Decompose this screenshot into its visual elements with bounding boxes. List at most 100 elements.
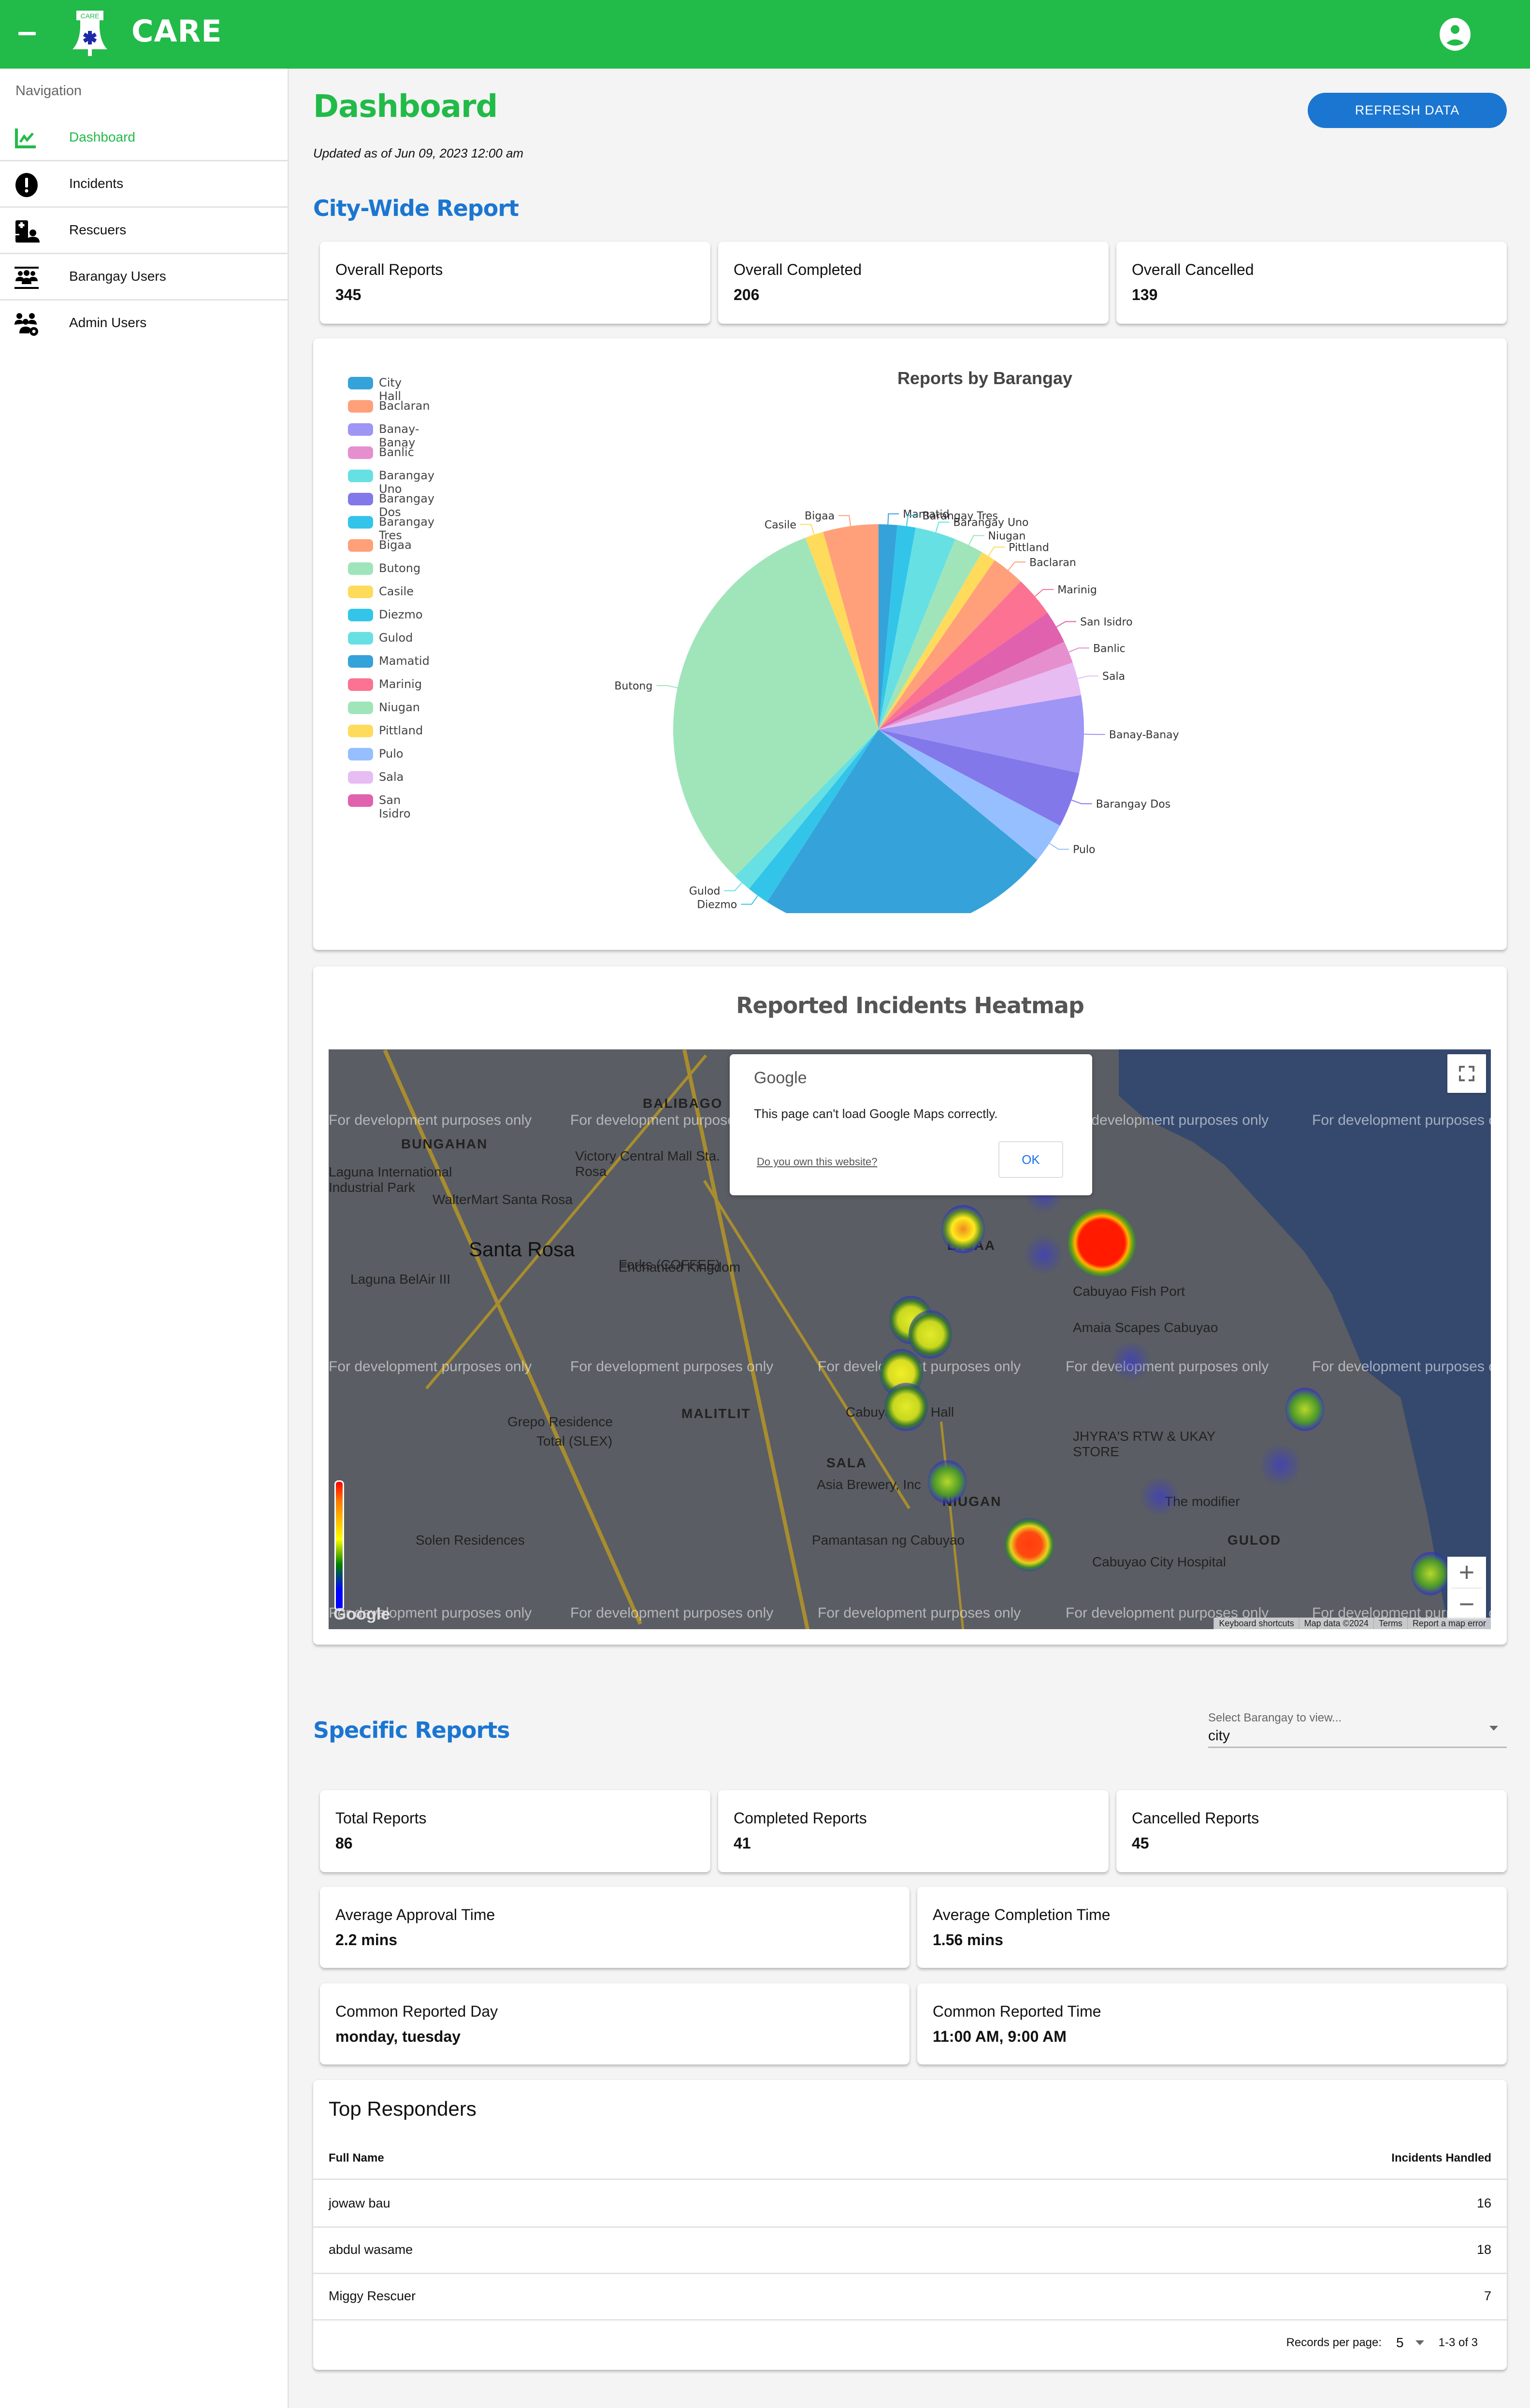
legend-swatch — [348, 470, 373, 482]
metric-card-common-reported-day: Common Reported Day monday, tuesday — [320, 1983, 909, 2064]
responder-name: Miggy Rescuer — [329, 2289, 416, 2303]
stat-value: 45 — [1132, 1835, 1149, 1852]
sidebar-item-incidents[interactable]: Incidents — [0, 161, 288, 208]
map-place-label[interactable]: Grepo Residence — [507, 1414, 613, 1430]
sidebar-item-label: Dashboard — [69, 129, 135, 144]
table-row[interactable]: Miggy Rescuer 7 — [313, 2274, 1507, 2321]
column-header-incidents-handled[interactable]: Incidents Handled — [1391, 2151, 1491, 2165]
zoom-out-button[interactable]: − — [1447, 1589, 1486, 1620]
terms-link[interactable]: Terms — [1373, 1618, 1407, 1629]
map-place-label[interactable]: Santa Rosa — [469, 1238, 575, 1261]
sidebar-item-admin-users[interactable]: Admin Users — [0, 301, 288, 347]
map-place-label[interactable]: Victory Central Mall Sta. Rosa — [575, 1148, 749, 1179]
map-place-label[interactable]: JHYRA'S RTW & UKAY STORE — [1073, 1429, 1247, 1460]
map-place-label[interactable]: Forks (COFFEE) — [619, 1257, 720, 1273]
legend-swatch — [348, 562, 373, 575]
table-header: Full Name Incidents Handled — [313, 2133, 1507, 2180]
legend-swatch — [348, 678, 373, 691]
sidebar-item-rescuers[interactable]: Rescuers — [0, 208, 288, 254]
map-place-label[interactable]: Amaia Scapes Cabuyao — [1073, 1320, 1218, 1335]
map-place-label[interactable]: Asia Brewery, Inc — [817, 1477, 921, 1492]
map-place-label[interactable]: BALIBAGO — [643, 1096, 722, 1111]
pie-label: Sala — [1102, 671, 1125, 683]
metric-card-average-completion-time: Average Completion Time 1.56 mins — [917, 1887, 1507, 1968]
dev-watermark: For development purposes only — [1312, 1359, 1491, 1375]
legend-swatch — [348, 377, 373, 389]
map-place-label[interactable]: SALA — [826, 1455, 867, 1471]
select-value: city — [1208, 1728, 1230, 1744]
legend-swatch — [348, 400, 373, 413]
table-row[interactable]: abdul wasame 18 — [313, 2228, 1507, 2274]
dev-watermark: For development purposes only — [818, 1605, 1021, 1621]
stat-value: 86 — [335, 1835, 353, 1852]
map-place-label[interactable]: Pamantasan ng Cabuyao — [812, 1533, 965, 1548]
account-circle-icon[interactable] — [1439, 17, 1471, 51]
dev-watermark: For development purposes only — [570, 1605, 774, 1621]
sidebar-item-label: Barangay Users — [69, 269, 166, 284]
sidebar-item-dashboard[interactable]: Dashboard — [0, 115, 288, 161]
own-website-link[interactable]: Do you own this website? — [757, 1156, 877, 1168]
pie-leader-line — [1077, 675, 1099, 679]
heatmap-title: Reported Incidents Heatmap — [736, 992, 1084, 1018]
stat-label: Cancelled Reports — [1132, 1809, 1259, 1827]
map-place-label[interactable]: Laguna International Industrial Park — [329, 1164, 503, 1195]
map[interactable]: Santa Rosa BUNGAHAN BALIBAGO MALITLIT SALA GU… — [329, 1049, 1491, 1629]
heat-point — [884, 1383, 928, 1431]
maps-error-dialog: Google This page can't load Google Maps … — [730, 1054, 1092, 1195]
app-header: CARE CARE — [0, 0, 1530, 69]
chart-line-icon — [15, 129, 36, 148]
metric-card-common-reported-time: Common Reported Time 11:00 AM, 9:00 AM — [917, 1983, 1507, 2064]
heatmap-intensity-legend — [334, 1480, 344, 1611]
legend-label: Butong — [379, 561, 421, 575]
pie-label: Barangay Dos — [1096, 799, 1170, 811]
heat-point — [1025, 1233, 1063, 1276]
table-row[interactable]: jowaw bau 16 — [313, 2181, 1507, 2228]
map-place-label[interactable]: MALITLIT — [681, 1406, 751, 1421]
metric-value: 2.2 mins — [335, 1931, 398, 1949]
legend-swatch — [348, 493, 373, 505]
fullscreen-button[interactable] — [1447, 1054, 1486, 1093]
dialog-ok-button[interactable]: OK — [998, 1141, 1063, 1178]
updated-timestamp: Updated as of Jun 09, 2023 12:00 am — [313, 146, 524, 160]
pie-chart: MamatidBarangay TresBarangay UnoNiuganPi… — [614, 508, 1179, 913]
legend-label: Marinig — [379, 677, 422, 691]
keyboard-shortcuts-link[interactable]: Keyboard shortcuts — [1213, 1618, 1299, 1629]
refresh-data-button[interactable]: REFRESH DATA — [1308, 93, 1507, 128]
metric-label: Average Approval Time — [335, 1906, 495, 1923]
legend-label: Casile — [379, 585, 414, 598]
stat-value: 41 — [734, 1835, 751, 1852]
pie-label: Niugan — [988, 530, 1026, 543]
stat-value: 206 — [734, 286, 760, 303]
group-icon — [14, 267, 39, 289]
map-place-label[interactable]: Laguna BelAir III — [350, 1272, 450, 1287]
map-place-label[interactable]: Solen Residences — [416, 1533, 525, 1548]
stat-label: Overall Reports — [335, 261, 443, 278]
legend-label: Pittland — [379, 724, 423, 737]
report-map-error-link[interactable]: Report a map error — [1407, 1618, 1491, 1629]
map-place-label[interactable]: Total (SLEX) — [536, 1433, 612, 1449]
pie-label: Casile — [765, 519, 796, 531]
map-place-label[interactable]: Cabuyao City Hospital — [1092, 1554, 1226, 1570]
records-per-page-select[interactable]: 5 — [1396, 2335, 1424, 2351]
zoom-in-button[interactable]: + — [1447, 1557, 1486, 1588]
map-place-label[interactable]: Cabuyao Fish Port — [1073, 1284, 1185, 1299]
stat-label: Overall Cancelled — [1132, 261, 1254, 278]
table-title: Top Responders — [329, 2097, 476, 2120]
legend-swatch — [348, 586, 373, 598]
pie-label: Butong — [614, 680, 652, 692]
legend-label: Diezmo — [379, 608, 423, 621]
legend-swatch — [348, 794, 373, 807]
sidebar-item-barangay-users[interactable]: Barangay Users — [0, 254, 288, 301]
map-place-label[interactable]: BUNGAHAN — [401, 1136, 488, 1152]
dialog-brand: Google — [754, 1069, 807, 1087]
column-header-full-name[interactable]: Full Name — [329, 2151, 384, 2165]
rescuer-badge-icon — [15, 220, 40, 243]
barangay-select[interactable]: Select Barangay to view... city — [1208, 1711, 1507, 1748]
menu-icon[interactable] — [18, 32, 36, 35]
incidents-handled: 16 — [1476, 2196, 1491, 2210]
pie-label: Banlic — [1093, 643, 1126, 655]
google-logo: Google — [333, 1605, 390, 1623]
pie-leader-line — [1049, 843, 1069, 850]
stat-card-total-reports: Total Reports 86 — [320, 1790, 710, 1872]
map-place-label[interactable]: GULOD — [1227, 1533, 1281, 1548]
